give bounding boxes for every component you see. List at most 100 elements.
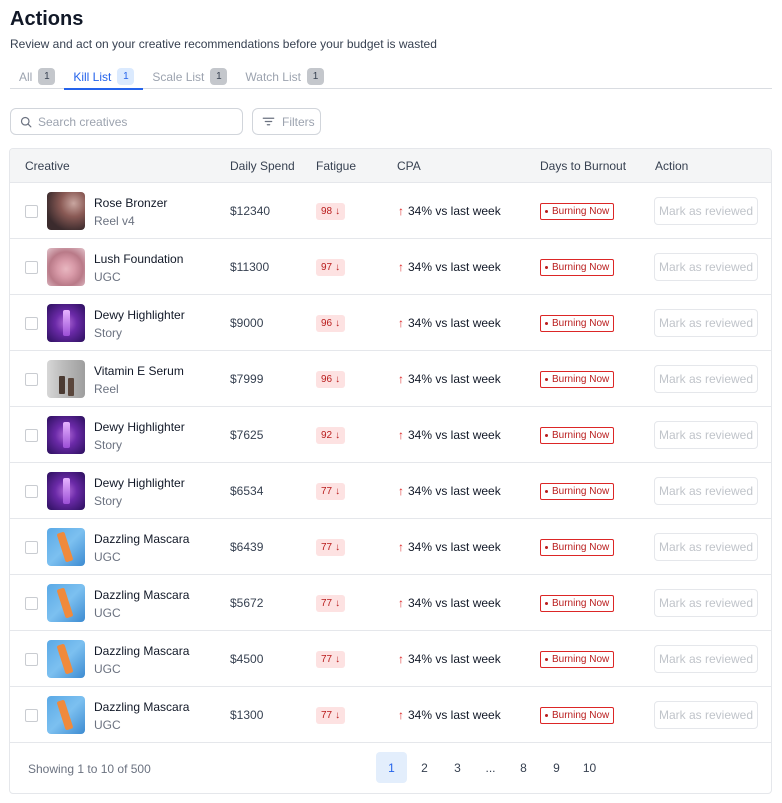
row-select-checkbox[interactable] xyxy=(25,205,38,218)
daily-spend: $12340 xyxy=(230,204,271,218)
mark-as-reviewed-button[interactable]: Mark as reviewed xyxy=(654,589,758,617)
mark-as-reviewed-button[interactable]: Mark as reviewed xyxy=(654,365,758,393)
mark-as-reviewed-button[interactable]: Mark as reviewed xyxy=(654,197,758,225)
fatigue-badge: 77 ↓ xyxy=(316,595,346,612)
arrow-up-icon: ↑ xyxy=(398,428,404,442)
daily-spend: $11300 xyxy=(230,260,270,274)
fatigue-badge: 77 ↓ xyxy=(316,483,346,500)
row-select-checkbox[interactable] xyxy=(25,541,38,554)
creative-name: Dazzling Mascara xyxy=(94,700,190,714)
status-dot-icon xyxy=(545,322,548,325)
cpa-change-text: 34% vs last week xyxy=(408,652,501,666)
row-select-checkbox[interactable] xyxy=(25,317,38,330)
creative-name: Dewy Highlighter xyxy=(94,476,185,490)
cpa-change-text: 34% vs last week xyxy=(408,484,501,498)
mark-as-reviewed-button[interactable]: Mark as reviewed xyxy=(654,477,758,505)
creative-type: UGC xyxy=(94,662,121,676)
row-select-checkbox[interactable] xyxy=(25,597,38,610)
tab-watch-list[interactable]: Watch List 1 xyxy=(236,64,333,89)
cpa-change-text: 34% vs last week xyxy=(408,708,501,722)
creative-type: UGC xyxy=(94,550,121,564)
creative-type: Story xyxy=(94,438,123,452)
creative-thumbnail xyxy=(47,304,85,342)
fatigue-score: 77 xyxy=(321,486,333,497)
mark-as-reviewed-button[interactable]: Mark as reviewed xyxy=(654,645,758,673)
burnout-status-text: Burning Now xyxy=(552,206,610,217)
arrow-down-icon: ↓ xyxy=(335,318,341,329)
search-icon xyxy=(20,116,32,128)
arrow-down-icon: ↓ xyxy=(335,486,341,497)
table-row: Rose Bronzer Reel v4 $12340 98 ↓ ↑ 34% vs last… xyxy=(10,183,771,239)
fatigue-badge: 97 ↓ xyxy=(316,259,346,276)
burnout-status-text: Burning Now xyxy=(552,710,610,721)
creative-name: Dewy Highlighter xyxy=(94,420,185,434)
fatigue-score: 77 xyxy=(321,654,333,665)
creative-type: Story xyxy=(94,494,123,508)
mark-as-reviewed-button[interactable]: Mark as reviewed xyxy=(654,701,758,729)
cpa-change: ↑ 34% vs last week xyxy=(398,204,501,218)
creative-type: UGC xyxy=(94,606,121,620)
cpa-change: ↑ 34% vs last week xyxy=(398,316,501,330)
tab-count-badge: 1 xyxy=(210,68,228,85)
row-select-checkbox[interactable] xyxy=(25,429,38,442)
daily-spend: $4500 xyxy=(230,652,264,666)
daily-spend: $6534 xyxy=(230,484,264,498)
arrow-up-icon: ↑ xyxy=(398,260,404,274)
page-subtitle: Review and act on your creative recommen… xyxy=(10,37,437,51)
fatigue-score: 96 xyxy=(321,318,333,329)
search-input[interactable] xyxy=(38,114,228,129)
cpa-change-text: 34% vs last week xyxy=(408,204,501,218)
fatigue-badge: 77 ↓ xyxy=(316,651,346,668)
pagination-page-button[interactable]: 8 xyxy=(508,752,539,783)
fatigue-score: 97 xyxy=(321,262,333,273)
row-select-checkbox[interactable] xyxy=(25,709,38,722)
row-select-checkbox[interactable] xyxy=(25,653,38,666)
daily-spend: $6439 xyxy=(230,540,264,554)
daily-spend: $9000 xyxy=(230,316,264,330)
pagination-page-button[interactable]: 10 xyxy=(574,752,605,783)
burnout-status-badge: Burning Now xyxy=(540,707,615,724)
row-select-checkbox[interactable] xyxy=(25,373,38,386)
row-select-checkbox[interactable] xyxy=(25,261,38,274)
pagination-page-button[interactable]: 2 xyxy=(409,752,440,783)
burnout-status-badge: Burning Now xyxy=(540,651,615,668)
filters-button[interactable]: Filters xyxy=(252,108,321,135)
mark-as-reviewed-button[interactable]: Mark as reviewed xyxy=(654,421,758,449)
tab-all[interactable]: All 1 xyxy=(10,64,64,89)
status-dot-icon xyxy=(545,210,548,213)
arrow-up-icon: ↑ xyxy=(398,652,404,666)
filter-lines-icon xyxy=(262,115,282,128)
burnout-status-badge: Burning Now xyxy=(540,371,615,388)
arrow-up-icon: ↑ xyxy=(398,708,404,722)
tab-count-badge: 1 xyxy=(117,68,135,85)
mark-as-reviewed-button[interactable]: Mark as reviewed xyxy=(654,253,758,281)
pagination-page-button[interactable]: 1 xyxy=(376,752,407,783)
creative-type: Story xyxy=(94,326,123,340)
mark-as-reviewed-button[interactable]: Mark as reviewed xyxy=(654,309,758,337)
daily-spend: $5672 xyxy=(230,596,264,610)
fatigue-score: 77 xyxy=(321,542,333,553)
fatigue-badge: 96 ↓ xyxy=(316,371,346,388)
cpa-change: ↑ 34% vs last week xyxy=(398,596,501,610)
fatigue-badge: 77 ↓ xyxy=(316,539,346,556)
filters-label: Filters xyxy=(282,114,315,129)
tab-label: Scale List xyxy=(152,69,205,84)
search-box xyxy=(10,108,243,135)
tab-bar: All 1 Kill List 1 Scale List 1 Watch Lis… xyxy=(10,64,772,90)
pagination-page-button[interactable]: 9 xyxy=(541,752,572,783)
status-dot-icon xyxy=(545,714,548,717)
column-header-fatigue: Fatigue xyxy=(316,159,357,173)
tab-scale-list[interactable]: Scale List 1 xyxy=(143,64,236,89)
arrow-down-icon: ↓ xyxy=(335,710,341,721)
pagination-page-button[interactable]: 3 xyxy=(442,752,473,783)
arrow-up-icon: ↑ xyxy=(398,204,404,218)
row-select-checkbox[interactable] xyxy=(25,485,38,498)
tab-kill-list[interactable]: Kill List 1 xyxy=(64,64,144,90)
cpa-change: ↑ 34% vs last week xyxy=(398,540,501,554)
creative-thumbnail xyxy=(47,472,85,510)
mark-as-reviewed-button[interactable]: Mark as reviewed xyxy=(654,533,758,561)
daily-spend: $7999 xyxy=(230,372,264,386)
cpa-change-text: 34% vs last week xyxy=(408,260,501,274)
arrow-down-icon: ↓ xyxy=(335,430,341,441)
table-footer: Showing 1 to 10 of 500 1 2 3... 8 9 10 xyxy=(10,743,771,793)
